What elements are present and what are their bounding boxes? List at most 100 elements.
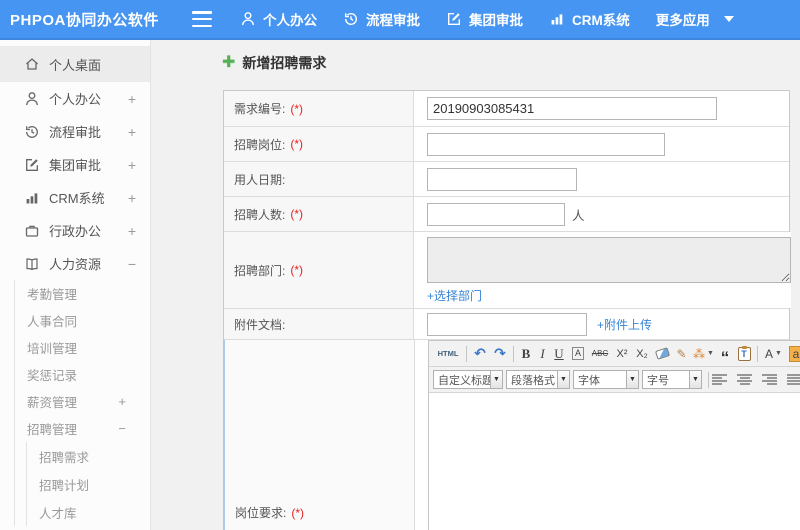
toolbar-separator xyxy=(757,345,758,362)
sidebar-item-label: 人事合同 xyxy=(27,315,78,329)
editor-toolbar-row2: 自定义标题 ▼ 段落格式 ▼ 字体 ▼ 字号 ▼ xyxy=(429,367,800,393)
nav-label: 个人办公 xyxy=(263,13,317,28)
editor-toolbar-row1: HTML ↶ ↷ B I U A ABC X² X₂ ✎ ⁂ ▼ “ T A ▼… xyxy=(429,341,800,367)
custom-heading-select[interactable]: 自定义标题 ▼ xyxy=(433,370,503,389)
caret-down-icon[interactable] xyxy=(723,16,734,22)
bg-color-button[interactable]: a xyxy=(786,344,800,364)
sidebar-item-label: 人才库 xyxy=(39,506,77,521)
expand-plus[interactable]: + xyxy=(128,157,136,173)
blockquote-button[interactable]: “ xyxy=(716,344,734,366)
font-border-glyph: A xyxy=(571,347,584,360)
caret-down-icon[interactable]: ▼ xyxy=(627,370,639,389)
strikethrough-button[interactable]: ABC xyxy=(588,344,612,364)
required-mark: (*) xyxy=(290,263,304,277)
briefcase-icon xyxy=(24,223,40,239)
font-color-button[interactable]: A ▼ xyxy=(761,344,786,364)
sidebar-item-attendance-mgmt[interactable]: 考勤管理 xyxy=(15,280,150,307)
spray-color-button[interactable]: ⁂ ▼ xyxy=(691,344,716,364)
sidebar-item-talent-pool[interactable]: 人才库 xyxy=(27,498,150,526)
nav-label: 集团审批 xyxy=(469,13,523,28)
sidebar-item-recruit-demand[interactable]: 招聘需求 xyxy=(27,442,150,470)
undo-button[interactable]: ↶ xyxy=(470,344,490,364)
nav-item-workflow-approval[interactable]: 流程审批 xyxy=(343,9,420,29)
nav-item-group-approval[interactable]: 集团审批 xyxy=(446,9,523,29)
form-row-editor: 岗位要求: (*) HTML ↶ ↷ B I U A ABC X² X₂ ✎ ⁂… xyxy=(223,340,800,530)
nav-item-crm[interactable]: CRM系统 xyxy=(549,9,630,29)
superscript-button[interactable]: X² xyxy=(612,344,632,364)
label-text: 附件文档: xyxy=(234,317,286,332)
paragraph-format-select[interactable]: 段落格式 ▼ xyxy=(506,370,570,389)
user-icon xyxy=(24,91,40,107)
align-center-button[interactable] xyxy=(737,374,752,385)
sidebar-item-personal-desktop[interactable]: 个人桌面 xyxy=(0,46,150,82)
sidebar-item-training-mgmt[interactable]: 培训管理 xyxy=(15,334,150,361)
job-position-input[interactable] xyxy=(427,132,665,156)
expand-plus[interactable]: + xyxy=(128,190,136,206)
recruit-department-textarea[interactable] xyxy=(427,236,791,283)
attachment-upload-link[interactable]: +附件上传 xyxy=(597,316,652,333)
toolbar-separator xyxy=(708,371,709,388)
expand-plus[interactable]: + xyxy=(118,394,126,409)
expand-plus[interactable]: + xyxy=(128,124,136,140)
field-value-cell: +附件上传 xyxy=(414,309,789,339)
font-border-button[interactable]: A xyxy=(568,344,588,364)
sidebar-item-crm[interactable]: CRM系统 + xyxy=(0,181,150,214)
font-size-select[interactable]: 字号 ▼ xyxy=(642,370,702,389)
eraser-button[interactable] xyxy=(652,344,672,364)
subscript-button[interactable]: X₂ xyxy=(632,344,652,364)
bold-button[interactable]: B xyxy=(517,344,535,364)
nav-item-personal-office[interactable]: 个人办公 xyxy=(240,9,317,29)
sidebar-item-hr-contract[interactable]: 人事合同 xyxy=(15,307,150,334)
underline-button[interactable]: U xyxy=(550,344,568,364)
sidebar-item-admin-office[interactable]: 行政办公 + xyxy=(0,214,150,247)
sidebar-item-label: 招聘需求 xyxy=(39,450,90,465)
home-icon xyxy=(24,56,40,72)
align-right-button[interactable] xyxy=(762,374,777,385)
hire-date-input[interactable] xyxy=(427,167,577,191)
sidebar-item-reward-records[interactable]: 奖惩记录 xyxy=(15,361,150,388)
sidebar-item-recruit-plan[interactable]: 招聘计划 xyxy=(27,470,150,498)
hamburger-icon[interactable] xyxy=(192,11,212,27)
required-mark: (*) xyxy=(290,101,304,116)
caret-down-icon[interactable]: ▼ xyxy=(558,370,570,389)
sidebar-item-label: 薪资管理 xyxy=(27,396,78,410)
brush-icon: ✎ xyxy=(676,346,687,361)
html-source-button[interactable]: HTML xyxy=(433,344,463,364)
sidebar-item-workflow-approval[interactable]: 流程审批 + xyxy=(0,115,150,148)
sidebar-item-group-approval[interactable]: 集团审批 + xyxy=(0,148,150,181)
font-family-select[interactable]: 字体 ▼ xyxy=(573,370,639,389)
expand-plus[interactable]: + xyxy=(128,91,136,107)
requirement-no-input[interactable] xyxy=(427,97,717,120)
align-justify-button[interactable] xyxy=(787,374,800,385)
sidebar-item-label: 招聘管理 xyxy=(27,423,78,437)
attachment-input[interactable] xyxy=(427,312,587,336)
italic-button[interactable]: I xyxy=(535,344,550,364)
format-painter-button[interactable]: ✎ xyxy=(672,344,691,364)
paste-button[interactable]: T xyxy=(734,344,754,364)
label-text: 用人日期: xyxy=(234,172,286,187)
field-label: 用人日期: xyxy=(224,162,414,196)
recruit-submenu: 招聘需求 招聘计划 人才库 xyxy=(26,442,150,526)
sidebar-item-label: 招聘计划 xyxy=(39,478,90,493)
expand-plus[interactable]: + xyxy=(128,223,136,239)
sidebar-item-personal-office[interactable]: 个人办公 + xyxy=(0,82,150,115)
bar-chart-icon xyxy=(549,11,565,27)
redo-button[interactable]: ↷ xyxy=(490,344,510,364)
headcount-input[interactable] xyxy=(427,202,565,226)
select-department-link[interactable]: +选择部门 xyxy=(427,287,482,304)
sidebar-item-salary-mgmt[interactable]: 薪资管理 + xyxy=(15,388,150,415)
align-left-button[interactable] xyxy=(712,374,727,385)
expand-minus[interactable]: − xyxy=(118,421,126,436)
caret-down-icon[interactable]: ▼ xyxy=(690,370,702,389)
nav-item-more-apps[interactable]: 更多应用 xyxy=(656,9,710,29)
user-icon xyxy=(240,11,256,27)
label-text: 招聘部门: xyxy=(234,263,286,278)
combo-value: 自定义标题 xyxy=(433,370,491,389)
sidebar-item-human-resources[interactable]: 人力资源 − xyxy=(0,247,150,280)
editor-content-area[interactable] xyxy=(429,393,800,530)
expand-minus[interactable]: − xyxy=(128,256,136,272)
page-title-text: 新增招聘需求 xyxy=(242,55,327,71)
caret-down-icon[interactable]: ▼ xyxy=(491,370,503,389)
sidebar-item-recruit-mgmt[interactable]: 招聘管理 − xyxy=(15,415,150,442)
nav-label: 流程审批 xyxy=(366,13,420,28)
